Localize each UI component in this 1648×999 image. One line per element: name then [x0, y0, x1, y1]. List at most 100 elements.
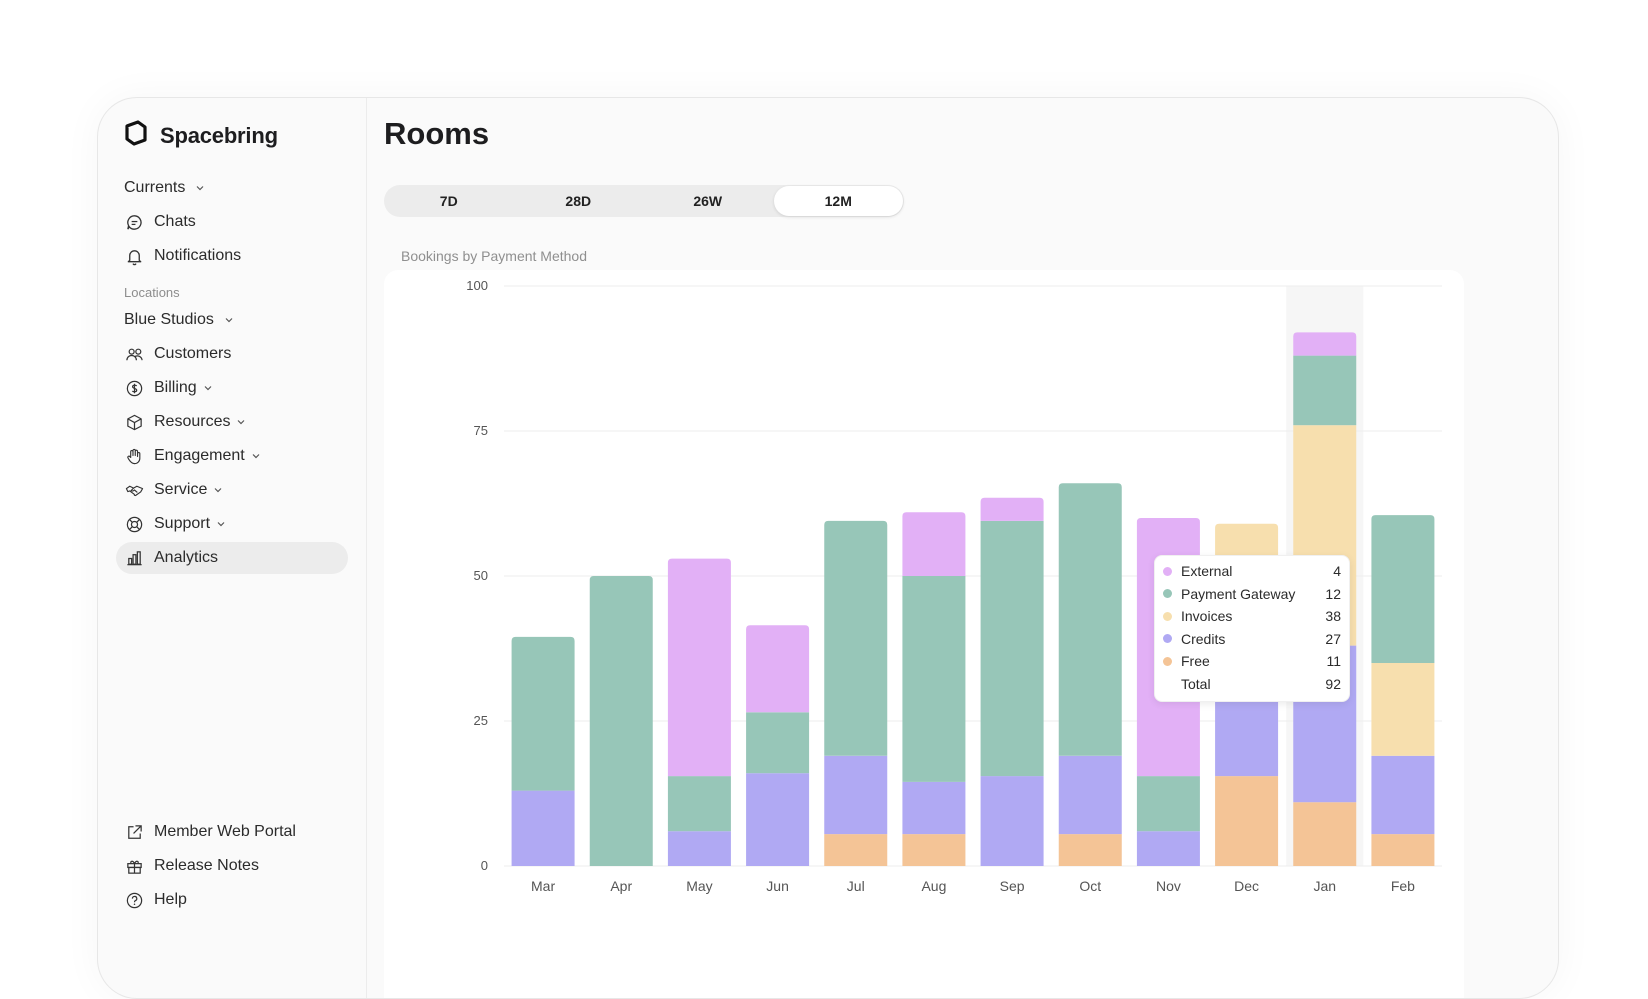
tooltip-total-value: 92 [1325, 675, 1341, 692]
tooltip-row: Credits 27 [1163, 628, 1341, 651]
x-tick-label: May [686, 878, 712, 894]
locations-label: Locations [124, 285, 180, 300]
nav-locations: Locations Blue Studios Customers Billing [116, 278, 348, 576]
legend-dot-icon [1163, 589, 1172, 599]
sidebar-item-resources[interactable]: Resources [116, 406, 348, 438]
tooltip-total-row: Total 92 [1163, 673, 1341, 696]
chevron-down-icon [225, 318, 233, 323]
bar-segment [1136, 831, 1200, 866]
range-tab-28d[interactable]: 28D [514, 185, 644, 217]
bar-segment [902, 576, 966, 782]
sidebar-item-label: Release Notes [154, 857, 259, 874]
sidebar-item-analytics[interactable]: Analytics [116, 542, 348, 574]
range-tab-26w[interactable]: 26W [643, 185, 773, 217]
bar-segment [667, 558, 731, 777]
brand-name: Spacebring [160, 122, 278, 148]
sidebar-item-billing[interactable]: Billing [116, 372, 348, 404]
sidebar-item-label: Support [154, 515, 211, 532]
tooltip-series-name: External [1181, 563, 1233, 580]
bar-segment [1371, 755, 1435, 835]
bar-segment [746, 625, 810, 713]
sidebar-item-release-notes[interactable]: Release Notes [116, 850, 348, 882]
tooltip-series-name: Invoices [1181, 608, 1233, 625]
sidebar-item-member-web-portal[interactable]: Member Web Portal [116, 816, 348, 848]
tooltip-row: Invoices 38 [1163, 605, 1341, 628]
sidebar-item-help[interactable]: Help [116, 884, 348, 916]
legend-dot-icon [1163, 656, 1172, 666]
x-tick-label: Aug [921, 878, 946, 894]
tooltip-row: Payment Gateway 12 [1163, 583, 1341, 606]
sidebar-item-label: Customers [154, 345, 232, 362]
x-tick-label: Jun [766, 878, 789, 894]
legend-dot-icon [1163, 634, 1172, 644]
bar-segment [1058, 755, 1122, 835]
tooltip-series-value: 38 [1325, 608, 1341, 625]
sidebar-item-label: Help [154, 891, 187, 908]
sidebar-item-label: Billing [154, 379, 197, 396]
bar-segment [902, 512, 966, 576]
sidebar-item-chats[interactable]: Chats [116, 206, 348, 238]
y-tick-label: 25 [474, 713, 488, 728]
tooltip-row: Free 11 [1163, 650, 1341, 673]
chevron-down-icon [196, 186, 204, 191]
cube-icon [124, 412, 144, 432]
chevron-down-icon [204, 386, 212, 391]
bar-segment [1371, 515, 1435, 663]
bar-chart-icon [124, 548, 144, 568]
bar-segment [980, 776, 1044, 866]
y-tick-label: 100 [466, 278, 488, 293]
sidebar-item-label: Chats [154, 213, 196, 230]
range-selector: 7D 28D 26W 12M [384, 185, 904, 217]
currents-dropdown[interactable]: Currents [116, 172, 348, 204]
range-tab-12m[interactable]: 12M [773, 186, 903, 216]
x-tick-label: Jan [1313, 878, 1336, 894]
sidebar-item-engagement[interactable]: Engagement [116, 440, 348, 472]
chart-card: 0 25 50 75 100 Mar Apr May Jun Jul Aug Sep Oct Nov Dec… [384, 270, 1464, 998]
currents-label: Currents [124, 179, 186, 196]
x-tick-label: Jul [847, 878, 865, 894]
bar-segment [1058, 834, 1122, 866]
sidebar-item-label: Resources [154, 413, 231, 430]
bar-segment [980, 497, 1044, 521]
bar-segment [511, 636, 575, 791]
location-selector[interactable]: Blue Studios [116, 304, 348, 336]
legend-dot-icon [1163, 611, 1172, 621]
bar-segment [511, 790, 575, 866]
bar-segment [1371, 663, 1435, 756]
chat-icon [124, 212, 144, 232]
bar-segment [902, 834, 966, 866]
sidebar-item-label: Engagement [154, 447, 245, 464]
gift-icon [124, 856, 144, 876]
bar-segment [1215, 776, 1279, 866]
handshake-icon [124, 480, 144, 500]
bar-segment [746, 712, 810, 774]
tooltip-series-name: Credits [1181, 630, 1226, 647]
bar-segment [1293, 332, 1357, 356]
x-tick-label: Nov [1156, 878, 1181, 894]
page-title: Rooms [384, 116, 490, 151]
sidebar-item-label: Notifications [154, 247, 242, 264]
sidebar-item-customers[interactable]: Customers [116, 338, 348, 370]
x-tick-label: Apr [610, 878, 632, 894]
bar-segment [1293, 355, 1357, 426]
range-tab-7d[interactable]: 7D [384, 185, 514, 217]
bar-segment [589, 576, 653, 866]
x-tick-label: Sep [1000, 878, 1025, 894]
main-content: Rooms 7D 28D 26W 12M Bookings by Payment… [366, 98, 1558, 998]
logo[interactable]: Spacebring [124, 120, 278, 151]
bar-segment [667, 776, 731, 832]
x-tick-label: Mar [531, 878, 555, 894]
bar-segment [980, 520, 1044, 777]
x-tick-label: Feb [1391, 878, 1415, 894]
tooltip-series-name: Payment Gateway [1181, 585, 1296, 602]
bell-icon [124, 246, 144, 266]
sidebar-item-notifications[interactable]: Notifications [116, 240, 348, 272]
sidebar: Spacebring Currents Chats Notifications [98, 98, 367, 998]
bar-segment [667, 831, 731, 866]
dollar-icon [124, 378, 144, 398]
sidebar-item-support[interactable]: Support [116, 508, 348, 540]
hand-icon [124, 446, 144, 466]
sidebar-item-service[interactable]: Service [116, 474, 348, 506]
bar-segment [1293, 802, 1357, 866]
sidebar-item-label: Member Web Portal [154, 823, 296, 840]
